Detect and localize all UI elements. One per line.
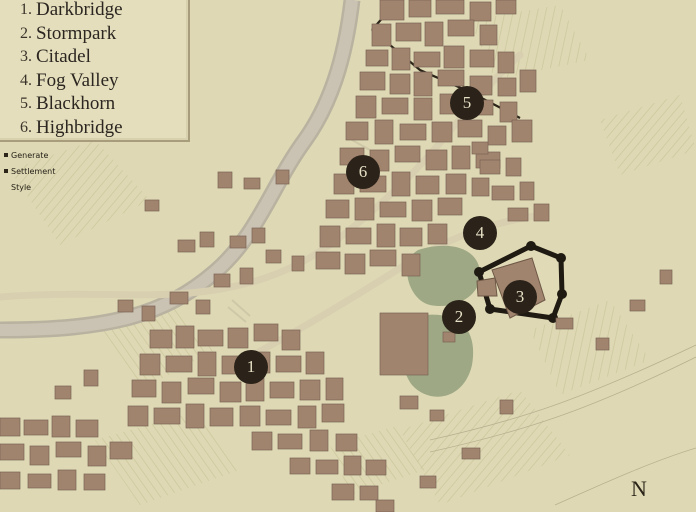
list-item-label: Highbridge bbox=[36, 116, 123, 138]
marker-label: 5 bbox=[462, 93, 472, 112]
marker-label: 6 bbox=[358, 162, 368, 181]
marker-label: 2 bbox=[454, 307, 464, 326]
map-marker[interactable]: 6 bbox=[346, 155, 380, 189]
map-marker[interactable]: 2 bbox=[442, 300, 476, 334]
map-marker[interactable]: 1 bbox=[234, 350, 268, 384]
marker-label: 1 bbox=[246, 357, 256, 376]
list-item-number: 6. bbox=[20, 118, 32, 136]
city-name-list-panel: 1. Darkbridge 2. Stormpark 3. Citadel 4. Fog… bbox=[0, 0, 190, 142]
menu-item-label: Generate bbox=[11, 150, 49, 160]
radio-selected-icon bbox=[4, 153, 8, 157]
list-item-number: 3. bbox=[20, 48, 32, 65]
list-item[interactable]: 6. Highbridge bbox=[20, 116, 188, 140]
map-marker[interactable]: 5 bbox=[450, 86, 484, 120]
list-item-label: Darkbridge bbox=[36, 0, 123, 20]
marker-label: 3 bbox=[515, 287, 525, 306]
city-name-list: 1. Darkbridge 2. Stormpark 3. Citadel 4. Fog… bbox=[0, 0, 188, 139]
menu-item-style[interactable]: Style bbox=[1, 179, 73, 195]
menu-item-generate[interactable]: Generate bbox=[1, 147, 73, 163]
app-window: 1 2 3 4 5 6 N 1. Darkbridge 2. Stormpark 3… bbox=[0, 0, 696, 512]
menu-item-settlement[interactable]: Settlement bbox=[1, 163, 73, 179]
list-item-number: 4. bbox=[20, 71, 32, 89]
marker-label: 4 bbox=[475, 223, 485, 242]
list-item-number: 2. bbox=[20, 24, 32, 42]
compass-north-label: N bbox=[631, 476, 647, 501]
list-item-number: 1. bbox=[20, 1, 32, 18]
list-item[interactable]: 2. Stormpark bbox=[20, 22, 188, 46]
list-item-label: Blackhorn bbox=[36, 93, 116, 114]
list-item[interactable]: 3. Citadel bbox=[20, 45, 188, 69]
list-item[interactable]: 5. Blackhorn bbox=[20, 92, 188, 116]
menu-item-label: Settlement bbox=[11, 166, 56, 176]
list-item-label: Fog Valley bbox=[36, 69, 119, 91]
radio-selected-icon bbox=[4, 169, 8, 173]
context-menu-group: Generate Settlement Style bbox=[1, 144, 73, 197]
list-item-number: 5. bbox=[20, 95, 32, 112]
map-marker[interactable]: 3 bbox=[503, 280, 537, 314]
list-item-label: Stormpark bbox=[36, 22, 117, 44]
list-item-label: Citadel bbox=[36, 46, 91, 67]
menu-item-label: Style bbox=[11, 182, 32, 192]
map-marker[interactable]: 4 bbox=[463, 216, 497, 250]
list-item[interactable]: 1. Darkbridge bbox=[20, 0, 188, 22]
list-item[interactable]: 4. Fog Valley bbox=[20, 69, 188, 93]
